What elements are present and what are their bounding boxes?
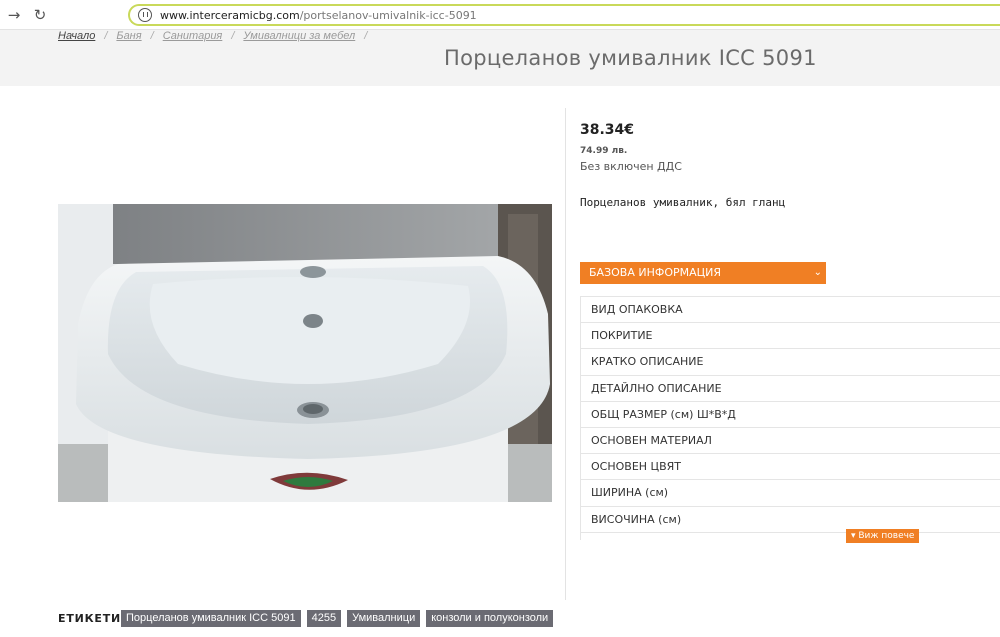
- breadcrumb-furniture-basins[interactable]: Умивалници за мебел: [243, 30, 355, 42]
- url-domain: www.interceramicbg.com: [160, 9, 300, 22]
- reload-icon[interactable]: ↻: [30, 5, 50, 25]
- page-header: Начало / Баня / Санитария / Умивалници за мебе…: [0, 30, 1000, 86]
- price-bgn: 74.99 лв.: [580, 146, 628, 156]
- spec-row: ОСНОВЕН ЦВЯТ: [581, 454, 1000, 481]
- forward-arrow-icon[interactable]: →: [4, 5, 24, 25]
- spec-row: ВИСОЧИНА (см): [581, 507, 1000, 533]
- breadcrumb-separator: /: [231, 30, 235, 42]
- url-path: /portselanov-umivalnik-icc-5091: [299, 9, 477, 22]
- chevron-down-icon[interactable]: ⌄: [814, 262, 822, 284]
- product-image[interactable]: [58, 204, 552, 502]
- tag-link[interactable]: 4255: [306, 610, 342, 627]
- spec-row: ПОКРИТИЕ: [581, 323, 1000, 350]
- breadcrumb-bath[interactable]: Баня: [116, 30, 141, 42]
- spec-row: ОБЩ РАЗМЕР (см) Ш*В*Д: [581, 402, 1000, 428]
- price: 38.34€: [580, 122, 635, 138]
- short-description: Порцеланов умивалник, бял гланц: [580, 196, 786, 209]
- vat-note: Без включен ДДС: [580, 160, 682, 173]
- spec-row: КРАТКО ОПИСАНИЕ: [581, 349, 1000, 376]
- tag-link[interactable]: Умивалници: [347, 610, 421, 627]
- accordion-title: БАЗОВА ИНФОРМАЦИЯ: [589, 266, 722, 279]
- tag-link[interactable]: Порцеланов умивалник ICC 5091: [121, 610, 301, 627]
- breadcrumb: Начало / Баня / Санитария / Умивалници за мебе…: [58, 30, 376, 42]
- breadcrumb-separator: /: [104, 30, 108, 42]
- spec-row: ВИД ОПАКОВКА: [581, 297, 1000, 324]
- address-bar[interactable]: www.interceramicbg.com/portselanov-umiva…: [128, 4, 1000, 26]
- tag-list: Порцеланов умивалник ICC 5091 4255 Умива…: [121, 610, 554, 627]
- breadcrumb-home[interactable]: Начало: [58, 30, 95, 42]
- spec-row: ДЕТАЙЛНО ОПИСАНИЕ: [581, 376, 1000, 402]
- spec-row: ШИРИНА (см): [581, 480, 1000, 507]
- url-text: www.interceramicbg.com/portselanov-umiva…: [160, 9, 477, 22]
- column-divider: [565, 108, 566, 600]
- tags-label: ЕТИКЕТИ:: [58, 612, 127, 625]
- page-title: Порцеланов умивалник ICC 5091: [444, 46, 817, 70]
- breadcrumb-separator: /: [150, 30, 154, 42]
- spec-row: ОСНОВЕН МАТЕРИАЛ: [581, 428, 1000, 455]
- basic-info-accordion[interactable]: БАЗОВА ИНФОРМАЦИЯ ⌄: [580, 262, 826, 284]
- browser-toolbar: → ↻ www.interceramicbg.com/portselanov-u…: [0, 0, 1000, 30]
- tag-link[interactable]: конзоли и полуконзоли: [426, 610, 554, 627]
- breadcrumb-sanitary[interactable]: Санитария: [163, 30, 223, 42]
- spec-table: ВИД ОПАКОВКА ПОКРИТИЕ КРАТКО ОПИСАНИЕ ДЕ…: [580, 296, 1000, 540]
- site-info-icon[interactable]: [138, 8, 152, 22]
- show-more-button[interactable]: ▾ Виж повече: [846, 529, 920, 543]
- breadcrumb-separator: /: [364, 30, 368, 42]
